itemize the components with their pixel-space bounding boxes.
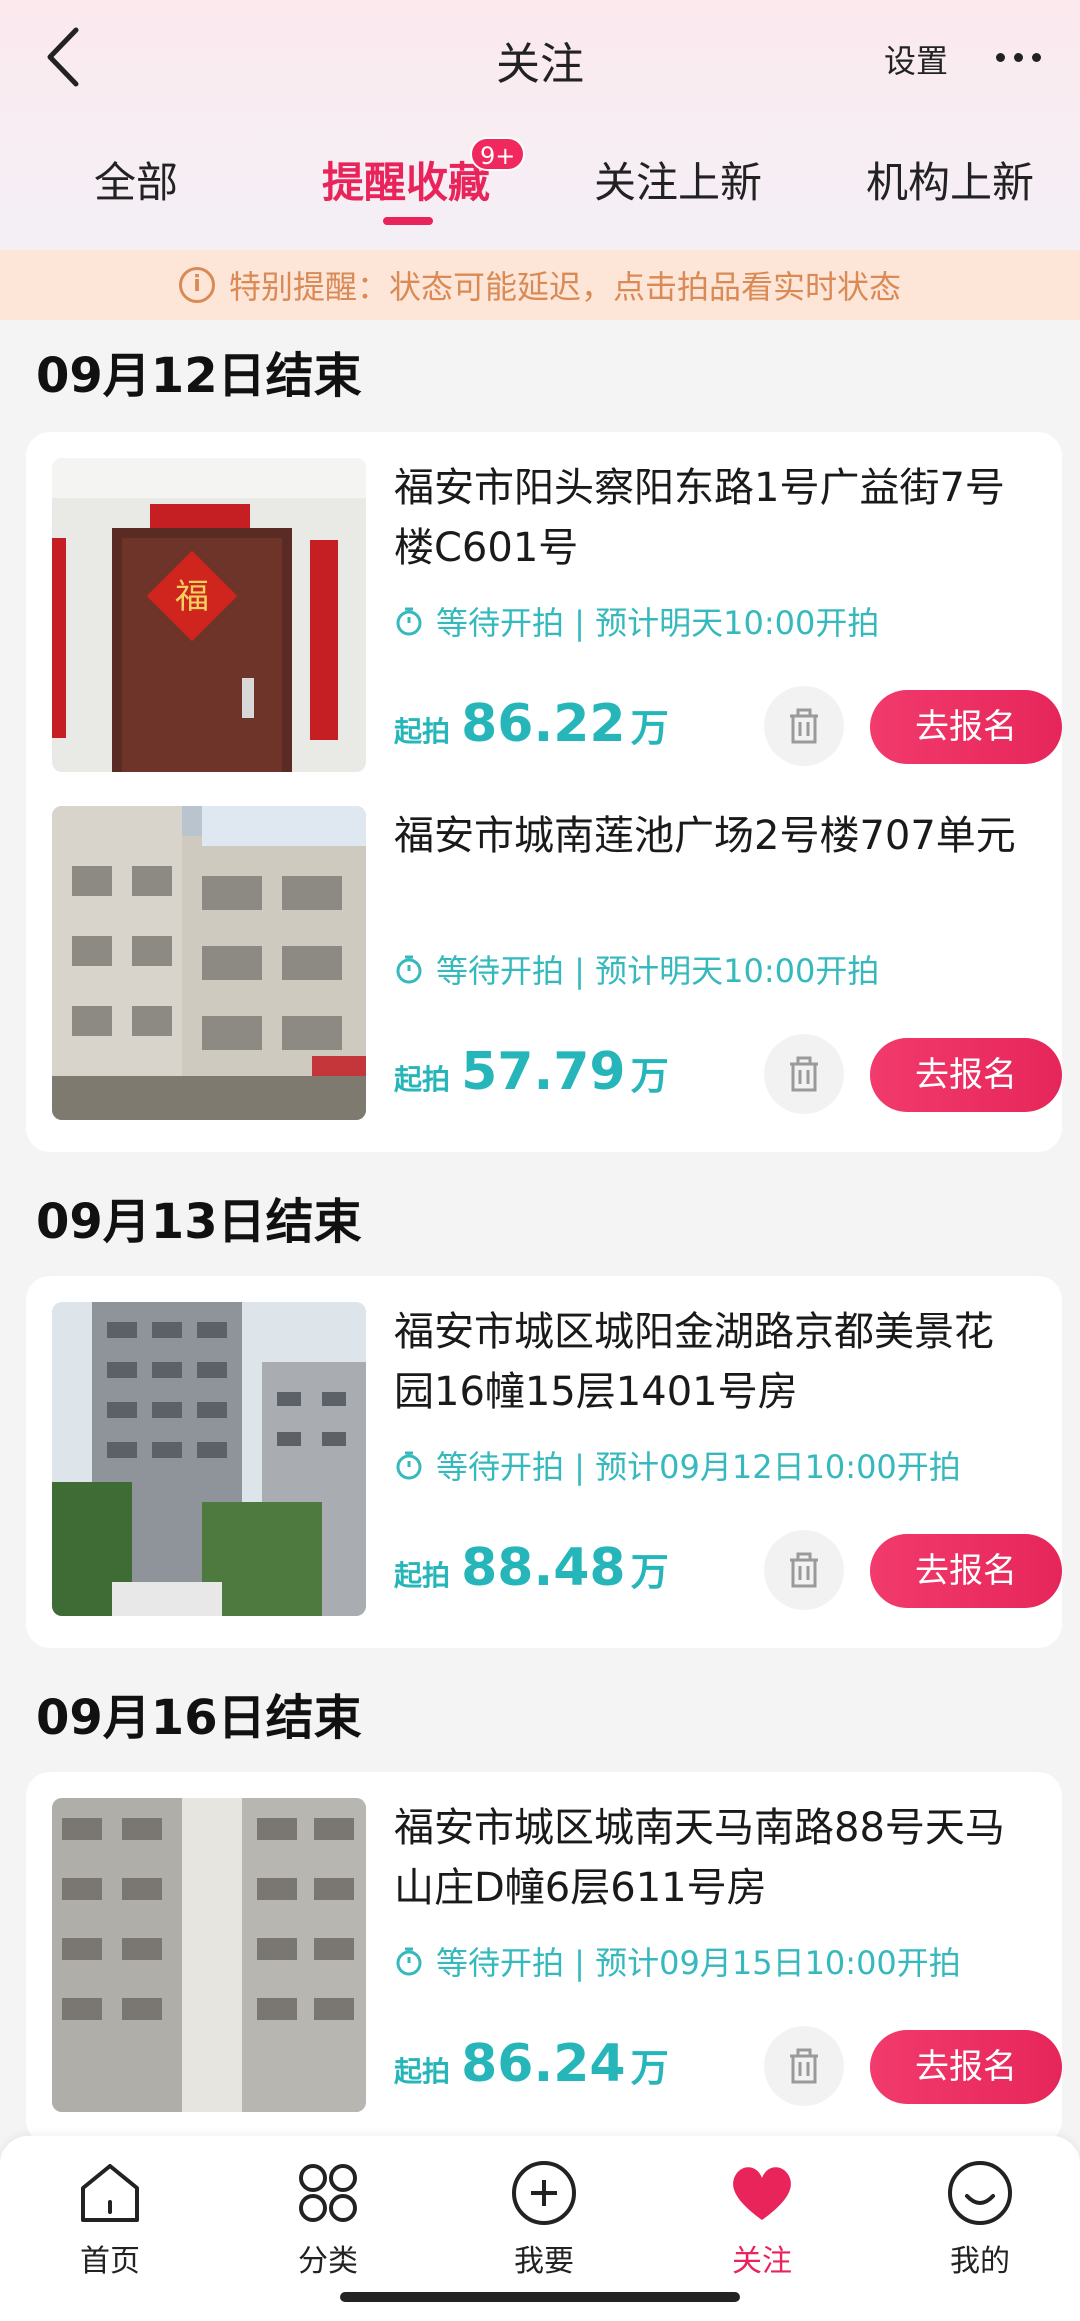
group-date-header: 09月13日结束 <box>36 1194 362 1250</box>
auction-card: 福安市城区城南天马南路88号天马山庄D幢6层611号房 等待开拍 | 预计09月… <box>26 1772 1062 2144</box>
svg-text:福: 福 <box>175 577 209 617</box>
item-title[interactable]: 福安市城南莲池广场2号楼707单元 <box>394 806 1024 866</box>
timer-icon <box>396 955 422 984</box>
trash-icon <box>790 1056 818 1092</box>
auction-card: 福安市城区城阳金湖路京都美景花园16幢15层1401号房 等待开拍 | 预计09… <box>26 1276 1062 1648</box>
tab-badge: 9+ <box>470 137 526 171</box>
item-title[interactable]: 福安市城区城南天马南路88号天马山庄D幢6层611号房 <box>394 1798 1024 1918</box>
heart-icon <box>733 2167 791 2220</box>
signup-button[interactable]: 去报名 <box>870 1534 1062 1608</box>
nav-label: 首页 <box>80 2244 140 2279</box>
trash-icon <box>790 1552 818 1588</box>
nav-publish[interactable]: 我要 <box>474 2158 614 2280</box>
item-status: 等待开拍 | 预计明天10:00开拍 <box>394 598 879 644</box>
price: 起拍 88.48 万 <box>394 1538 669 1598</box>
settings-button[interactable]: 设置 <box>884 36 948 82</box>
price-unit: 万 <box>630 2046 669 2090</box>
price-prefix: 起拍 <box>394 1063 451 1096</box>
tab-institution-new[interactable]: 机构上新 <box>866 149 1034 210</box>
price-prefix: 起拍 <box>394 715 451 748</box>
top-bar: 关注 设置 全部 提醒收藏 9+ 关注上新 机构上新 <box>0 0 1080 250</box>
delete-button[interactable] <box>764 2026 844 2106</box>
notice-text: 特别提醒：状态可能延迟，点击拍品看实时状态 <box>228 268 901 306</box>
signup-button[interactable]: 去报名 <box>870 690 1062 764</box>
nav-follow[interactable]: 关注 <box>692 2158 832 2280</box>
nav-category[interactable]: 分类 <box>258 2158 398 2280</box>
status-text: 等待开拍 | 预计09月12日10:00开拍 <box>436 1448 961 1486</box>
status-text: 等待开拍 | 预计明天10:00开拍 <box>436 604 880 642</box>
group-date-header: 09月12日结束 <box>36 348 362 404</box>
price: 起拍 86.22 万 <box>394 694 669 754</box>
price-unit: 万 <box>630 1550 669 1594</box>
price-prefix: 起拍 <box>394 1559 451 1592</box>
property-photo[interactable] <box>52 1302 366 1616</box>
tab-bar: 全部 提醒收藏 9+ 关注上新 机构上新 <box>0 135 1080 235</box>
group-date-header: 09月16日结束 <box>36 1690 362 1746</box>
active-tab-indicator <box>383 217 433 225</box>
item-title[interactable]: 福安市城区城阳金湖路京都美景花园16幢15层1401号房 <box>394 1302 1024 1422</box>
signup-button[interactable]: 去报名 <box>870 2030 1062 2104</box>
price-value: 88.48 <box>461 1538 626 1598</box>
property-photo[interactable] <box>52 806 366 1120</box>
list-item[interactable]: 福安市城南莲池广场2号楼707单元 等待开拍 | 预计明天10:00开拍 起拍 … <box>52 806 1062 1120</box>
notice-banner[interactable]: i 特别提醒：状态可能延迟，点击拍品看实时状态 <box>0 250 1080 320</box>
trash-icon <box>790 2048 818 2084</box>
nav-home[interactable]: 首页 <box>40 2158 180 2280</box>
item-status: 等待开拍 | 预计明天10:00开拍 <box>394 946 879 992</box>
tab-followed-new[interactable]: 关注上新 <box>594 149 762 210</box>
price: 起拍 86.24 万 <box>394 2034 669 2094</box>
nav-label: 关注 <box>732 2244 792 2279</box>
nav-row: 关注 设置 <box>0 0 1080 118</box>
list-item[interactable]: 福安市城区城阳金湖路京都美景花园16幢15层1401号房 等待开拍 | 预计09… <box>52 1302 1062 1616</box>
home-indicator[interactable] <box>340 2292 740 2302</box>
nav-label: 我要 <box>514 2244 574 2279</box>
category-icon <box>299 2164 357 2222</box>
delete-button[interactable] <box>764 1530 844 1610</box>
item-status: 等待开拍 | 预计09月12日10:00开拍 <box>394 1442 961 1488</box>
trash-icon <box>790 708 818 744</box>
price-unit: 万 <box>630 706 669 750</box>
plus-circle-icon <box>512 2161 576 2225</box>
status-text: 等待开拍 | 预计09月15日10:00开拍 <box>436 1944 961 1982</box>
list-item[interactable]: 福 福安市阳头察阳东路1号广益街7号楼C601号 等待开拍 | 预计明天10:0… <box>52 458 1062 772</box>
tab-reminders[interactable]: 提醒收藏 <box>322 149 490 210</box>
price-value: 57.79 <box>461 1042 626 1102</box>
timer-icon <box>396 607 422 636</box>
delete-button[interactable] <box>764 686 844 766</box>
price: 起拍 57.79 万 <box>394 1042 669 1102</box>
tab-all[interactable]: 全部 <box>94 149 178 210</box>
property-photo[interactable]: 福 <box>52 458 366 772</box>
list-item[interactable]: 福安市城区城南天马南路88号天马山庄D幢6层611号房 等待开拍 | 预计09月… <box>52 1798 1062 2112</box>
signup-button[interactable]: 去报名 <box>870 1038 1062 1112</box>
item-status: 等待开拍 | 预计09月15日10:00开拍 <box>394 1938 961 1984</box>
price-value: 86.22 <box>461 694 626 754</box>
delete-button[interactable] <box>764 1034 844 1114</box>
item-title[interactable]: 福安市阳头察阳东路1号广益街7号楼C601号 <box>394 458 1024 578</box>
more-options-icon[interactable] <box>988 38 1048 78</box>
nav-label: 分类 <box>298 2244 358 2279</box>
property-photo[interactable] <box>52 1798 366 2112</box>
timer-icon <box>396 1947 422 1976</box>
auction-card: 福 福安市阳头察阳东路1号广益街7号楼C601号 等待开拍 | 预计明天10:0… <box>26 432 1062 1152</box>
smile-icon <box>948 2161 1012 2225</box>
nav-mine[interactable]: 我的 <box>910 2158 1050 2280</box>
price-value: 86.24 <box>461 2034 626 2094</box>
timer-icon <box>396 1451 422 1480</box>
nav-label: 我的 <box>950 2244 1010 2279</box>
home-icon <box>81 2164 139 2222</box>
price-unit: 万 <box>630 1054 669 1098</box>
info-icon: i <box>178 267 215 303</box>
price-prefix: 起拍 <box>394 2055 451 2088</box>
status-text: 等待开拍 | 预计明天10:00开拍 <box>436 952 880 990</box>
